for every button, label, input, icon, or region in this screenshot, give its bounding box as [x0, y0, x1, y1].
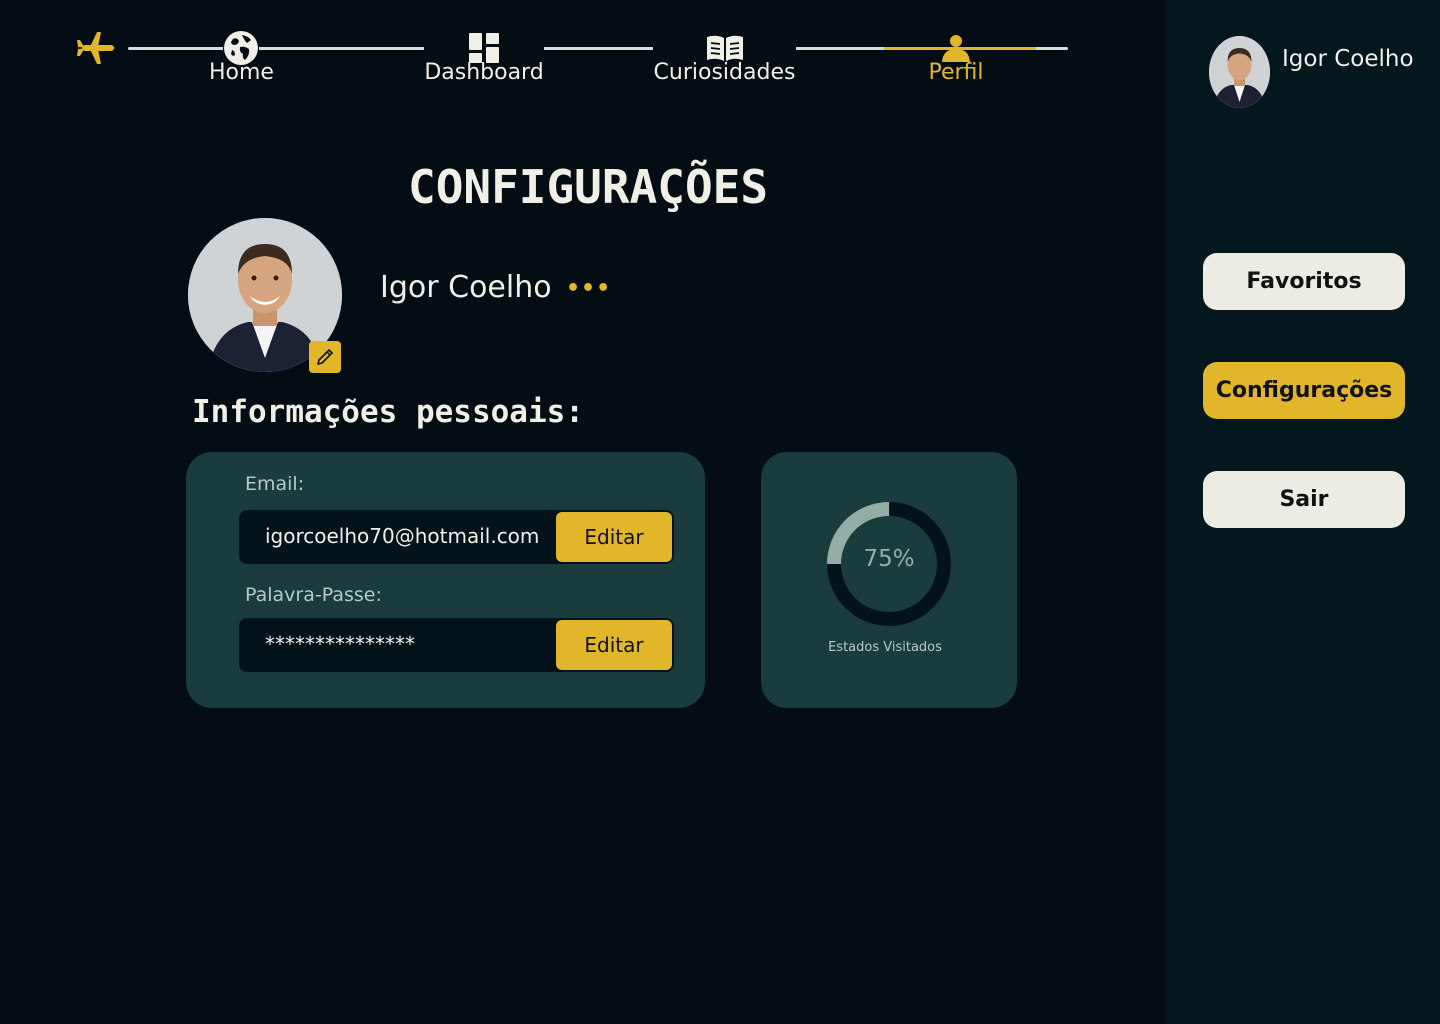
sidebar-user-name: Igor Coelho: [1282, 46, 1414, 72]
configuracoes-button[interactable]: Configurações: [1203, 362, 1405, 419]
password-field[interactable]: *************** Editar: [239, 618, 674, 672]
personal-info-card: Email: igorcoelho70@hotmail.com Editar P…: [186, 452, 705, 708]
email-field[interactable]: igorcoelho70@hotmail.com Editar: [239, 510, 674, 564]
edit-avatar-button[interactable]: [309, 341, 341, 373]
nav-item-dashboard[interactable]: Dashboard: [424, 30, 544, 85]
page-title: CONFIGURAÇÕES: [408, 160, 769, 214]
airplane-icon[interactable]: [76, 30, 116, 66]
nav-item-home[interactable]: Home: [209, 30, 274, 85]
nav-label-curiosidades: Curiosidades: [653, 60, 796, 85]
password-value: ***************: [265, 632, 415, 656]
email-label: Email:: [245, 473, 305, 495]
email-value: igorcoelho70@hotmail.com: [265, 524, 540, 548]
sidebar-avatar: [1209, 36, 1270, 108]
states-visited-card: 75% Estados Visitados: [761, 452, 1017, 708]
top-navigation: Home Dashboard Curiosidades Perfil: [0, 0, 1165, 120]
nav-label-dashboard: Dashboard: [424, 60, 544, 85]
progress-caption: Estados Visitados: [828, 640, 942, 655]
right-sidebar: Igor Coelho Favoritos Configurações Sair: [1165, 0, 1440, 1024]
nav-label-perfil: Perfil: [928, 60, 984, 85]
nav-item-curiosidades[interactable]: Curiosidades: [653, 30, 796, 85]
password-label: Palavra-Passe:: [245, 584, 382, 606]
nav-label-home: Home: [209, 60, 274, 85]
pencil-icon: [317, 349, 333, 365]
favoritos-button[interactable]: Favoritos: [1203, 253, 1405, 310]
profile-name: Igor Coelho: [380, 270, 552, 305]
nav-item-perfil[interactable]: Perfil: [927, 30, 985, 85]
personal-info-title: Informações pessoais:: [192, 394, 584, 430]
progress-percent: 75%: [863, 546, 915, 572]
edit-password-button[interactable]: Editar: [556, 620, 672, 670]
more-options-button[interactable]: •••: [566, 276, 611, 301]
sair-button[interactable]: Sair: [1203, 471, 1405, 528]
edit-email-button[interactable]: Editar: [556, 512, 672, 562]
